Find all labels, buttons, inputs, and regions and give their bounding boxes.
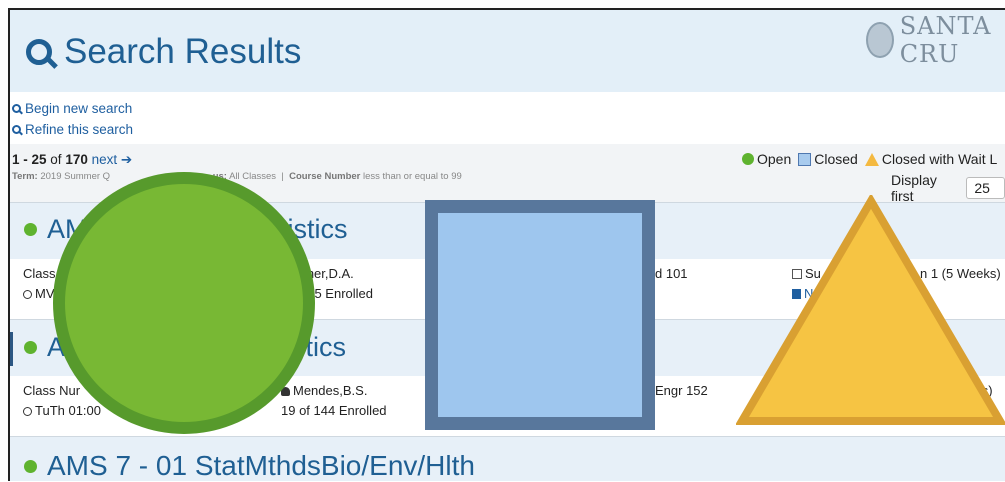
- status-legend: Open Closed Closed with Wait L: [742, 151, 997, 167]
- open-status-icon: [24, 341, 37, 354]
- frame-top: [0, 0, 1005, 8]
- zoom-icon: [12, 125, 21, 134]
- frame-left: [0, 0, 8, 481]
- open-status-icon: [24, 223, 37, 236]
- waitlist-status-icon: [864, 152, 879, 166]
- logo-text: SANTA CRU: [899, 12, 992, 68]
- enrollment: 19 of 144 Enrolled: [281, 403, 387, 418]
- search-links: Begin new search Refine this search: [12, 98, 133, 140]
- refine-search-link[interactable]: Refine this search: [12, 119, 133, 140]
- frame-line-top: [8, 8, 1005, 10]
- page-header: Search Results SANTA CRU: [10, 10, 1005, 92]
- university-logo[interactable]: SANTA CRU: [866, 12, 1005, 68]
- green-circle-overlay: [53, 172, 315, 434]
- open-status-icon: [24, 459, 37, 473]
- next-page-link[interactable]: next ➔: [92, 152, 133, 167]
- pager: 1 - 25 of 170 next ➔: [12, 152, 133, 167]
- search-icon: [26, 39, 52, 65]
- clock-icon: [23, 407, 32, 416]
- search-criteria: Term: 2019 Summer Q us: All Classes | Co…: [12, 171, 462, 182]
- blue-square-overlay: [425, 200, 655, 430]
- location: d 101: [655, 266, 688, 281]
- page-title: Search Results: [26, 32, 301, 72]
- location: Engr 152: [655, 383, 708, 398]
- class-number-label: Class Nur: [23, 383, 81, 398]
- row-marker: [10, 332, 13, 366]
- class-number-label: Class: [23, 266, 56, 281]
- clock-icon: [23, 290, 32, 299]
- meeting-time: MV: [23, 286, 55, 301]
- yellow-triangle-overlay: [736, 195, 1005, 425]
- seal-icon: [866, 22, 894, 58]
- course-title[interactable]: AMS 7 - 01 StatMthdsBio/Env/Hlth: [24, 450, 475, 482]
- search-icon: [12, 104, 21, 113]
- closed-status-icon: [798, 152, 812, 166]
- meeting-time: TuTh 01:00: [23, 403, 101, 418]
- open-status-icon: [742, 153, 754, 165]
- begin-new-search-link[interactable]: Begin new search: [12, 98, 133, 119]
- instructor: Mendes,B.S.: [281, 383, 367, 398]
- page-title-text: Search Results: [64, 32, 302, 71]
